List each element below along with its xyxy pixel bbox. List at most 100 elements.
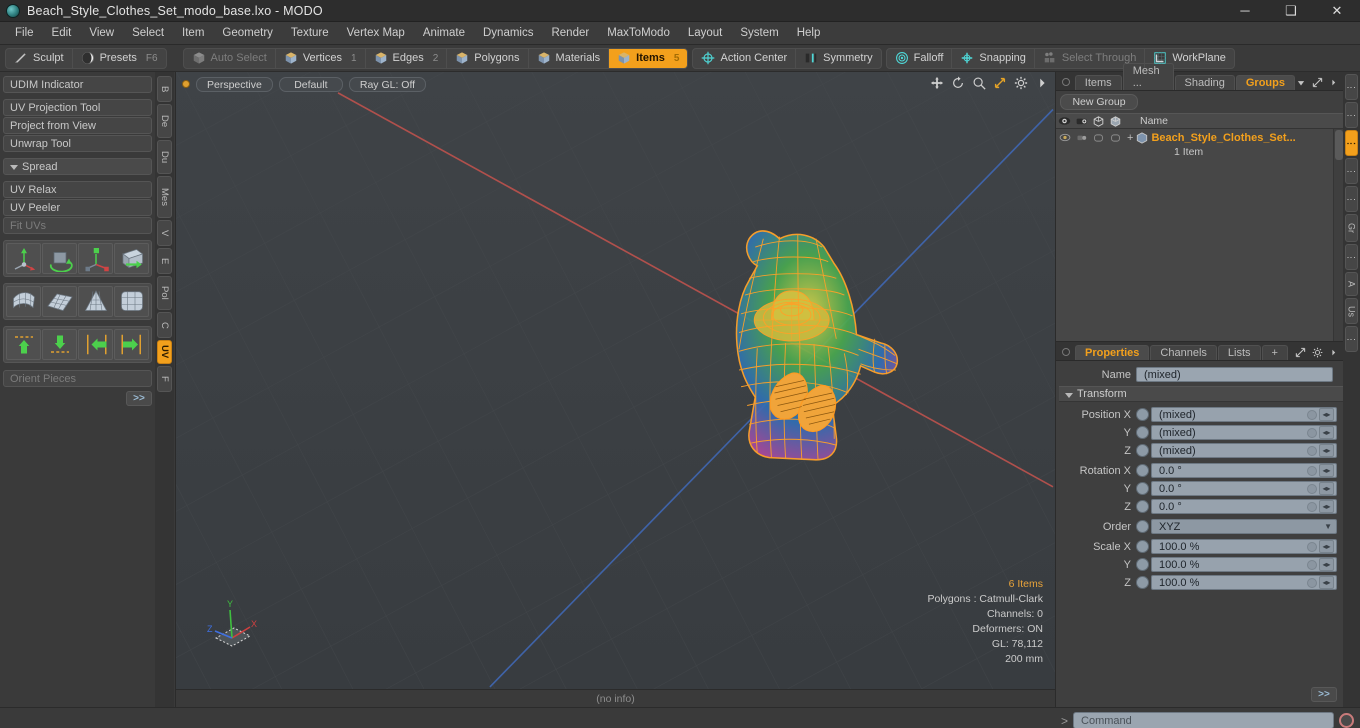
toolbar-presets-button[interactable]: Presets F6 — [73, 49, 166, 68]
mesh-bend-icon[interactable] — [6, 286, 41, 317]
right-tab-1[interactable]: ⋮ — [1345, 102, 1358, 128]
menu-item-system[interactable]: System — [731, 24, 787, 42]
right-tab-3[interactable]: ⋮ — [1345, 158, 1358, 184]
right-tab-9[interactable]: ⋮ — [1345, 326, 1358, 352]
minimize-button[interactable]: ─ — [1222, 0, 1268, 21]
property-channel-knob[interactable] — [1136, 576, 1149, 589]
property-channel-knob[interactable] — [1136, 520, 1149, 533]
camera-icon[interactable] — [1073, 133, 1090, 142]
chevron-right-icon[interactable] — [1035, 76, 1049, 90]
toolbar-select-through-button[interactable]: Select Through — [1035, 48, 1146, 68]
toolbar-action-center-button[interactable]: Action Center — [693, 48, 797, 68]
left-tab-f[interactable]: F — [157, 366, 172, 392]
property-stepper[interactable]: ◂▸ — [1319, 482, 1334, 495]
property-stepper[interactable]: ◂▸ — [1319, 444, 1334, 457]
tab-shading[interactable]: Shading — [1174, 75, 1235, 90]
new-group-button[interactable]: New Group — [1060, 94, 1138, 110]
visibility-toggle[interactable] — [1090, 133, 1107, 143]
align-left-icon[interactable] — [78, 329, 113, 360]
left-tab-de[interactable]: De — [157, 104, 172, 138]
left-tab-du[interactable]: Du — [157, 140, 172, 174]
property-stepper[interactable]: ◂▸ — [1319, 576, 1334, 589]
chevron-down-icon[interactable]: ▼ — [1324, 522, 1336, 531]
property-value-field[interactable]: 0.0 ° ◂▸ — [1151, 463, 1337, 478]
property-stepper[interactable]: ◂▸ — [1319, 558, 1334, 571]
menu-item-item[interactable]: Item — [173, 24, 213, 42]
property-channel-knob[interactable] — [1136, 426, 1149, 439]
toolbar-symmetry-button[interactable]: Symmetry — [796, 49, 880, 68]
left-more-button[interactable]: >> — [126, 391, 152, 406]
uv-tool-project-from-view[interactable]: Project from View — [3, 117, 152, 134]
tab-[interactable]: + — [1261, 345, 1288, 360]
menu-item-texture[interactable]: Texture — [282, 24, 338, 42]
left-tab-pol[interactable]: Pol — [157, 276, 172, 310]
menu-item-geometry[interactable]: Geometry — [213, 24, 282, 42]
property-stepper[interactable]: ◂▸ — [1319, 540, 1334, 553]
menu-item-layout[interactable]: Layout — [679, 24, 732, 42]
expand-icon[interactable] — [1312, 77, 1323, 88]
property-channel-knob[interactable] — [1136, 482, 1149, 495]
uv-tool-uv-relax[interactable]: UV Relax — [3, 181, 152, 198]
property-channel-knob[interactable] — [1136, 540, 1149, 553]
render-toggle[interactable] — [1107, 133, 1124, 143]
expand-icon[interactable] — [1295, 347, 1306, 358]
mesh-grid-icon[interactable] — [42, 286, 77, 317]
menu-item-edit[interactable]: Edit — [43, 24, 81, 42]
property-value-field[interactable]: (mixed) ◂▸ — [1151, 443, 1337, 458]
record-icon[interactable] — [1339, 713, 1354, 728]
menu-item-animate[interactable]: Animate — [414, 24, 474, 42]
align-right-icon[interactable] — [114, 329, 149, 360]
property-channel-knob[interactable] — [1136, 500, 1149, 513]
groups-scrollbar[interactable] — [1333, 129, 1343, 341]
right-tab-2[interactable]: ⋮ — [1345, 130, 1358, 156]
move-axis-icon[interactable] — [6, 243, 41, 274]
property-stepper[interactable]: ◂▸ — [1319, 408, 1334, 421]
toolbar-materials-button[interactable]: Materials — [529, 48, 610, 68]
toolbar-edges-button[interactable]: Edges 2 — [366, 48, 448, 68]
row-expander[interactable]: + — [1124, 132, 1136, 144]
eye-icon[interactable] — [1056, 133, 1073, 142]
toolbar-falloff-button[interactable]: Falloff — [887, 48, 953, 68]
property-value-field[interactable]: 100.0 % ◂▸ — [1151, 557, 1337, 572]
property-value-field[interactable]: 100.0 % ◂▸ — [1151, 575, 1337, 590]
left-tab-b[interactable]: B — [157, 76, 172, 102]
menu-item-maxtomodo[interactable]: MaxToModo — [598, 24, 679, 42]
rotate-tool-icon[interactable] — [951, 76, 965, 90]
3d-viewport[interactable]: Perspective Default Ray GL: Off X Y Z 6 … — [176, 72, 1055, 689]
property-stepper[interactable]: ◂▸ — [1319, 426, 1334, 439]
viewport-raygl-button[interactable]: Ray GL: Off — [348, 76, 427, 92]
groups-list-body[interactable]: + Beach_Style_Clothes_Set... 1 Item — [1056, 129, 1343, 341]
toolbar-items-button[interactable]: Items 5 — [609, 48, 688, 68]
command-input[interactable]: Command — [1073, 712, 1334, 728]
toolbar-auto-select-button[interactable]: Auto Select — [184, 48, 276, 68]
property-channel-knob[interactable] — [1136, 408, 1149, 421]
orient-pieces-button[interactable]: Orient Pieces — [3, 370, 152, 387]
property-channel-knob[interactable] — [1136, 444, 1149, 457]
close-button[interactable]: ✕ — [1314, 0, 1360, 21]
property-dial-icon[interactable] — [1307, 559, 1317, 570]
tab-groups[interactable]: Groups — [1235, 75, 1295, 90]
chevron-right-icon[interactable] — [1329, 348, 1338, 357]
right-tab-6[interactable]: ⋮ — [1345, 244, 1358, 270]
menu-item-vertex-map[interactable]: Vertex Map — [338, 24, 414, 42]
right-tab-5[interactable]: Gr — [1345, 214, 1358, 242]
zoom-tool-icon[interactable] — [972, 76, 986, 90]
camera-icon[interactable] — [1073, 116, 1090, 126]
menu-item-select[interactable]: Select — [123, 24, 173, 42]
fit-tool-icon[interactable] — [993, 76, 1007, 90]
toolbar-snapping-button[interactable]: Snapping — [952, 48, 1035, 68]
property-dial-icon[interactable] — [1307, 465, 1317, 476]
uv-tool-unwrap-tool[interactable]: Unwrap Tool — [3, 135, 152, 152]
right-tab-4[interactable]: ⋮ — [1345, 186, 1358, 212]
chevron-right-icon[interactable] — [1329, 78, 1338, 87]
eye-icon[interactable] — [1056, 116, 1073, 126]
transform-section-header[interactable]: Transform — [1059, 386, 1343, 402]
property-dial-icon[interactable] — [1307, 445, 1317, 456]
property-dial-icon[interactable] — [1307, 427, 1317, 438]
scale-axis-icon[interactable] — [78, 243, 113, 274]
left-tab-e[interactable]: E — [157, 248, 172, 274]
uv-tool-spread[interactable]: Spread — [3, 158, 152, 175]
toolbar-vertices-button[interactable]: Vertices 1 — [276, 48, 366, 68]
tab-channels[interactable]: Channels — [1150, 345, 1217, 360]
rotate-icon[interactable] — [42, 243, 77, 274]
